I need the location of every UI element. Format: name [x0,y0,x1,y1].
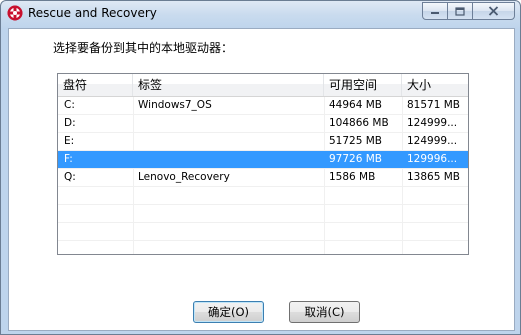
free-space-cell: 97726 MB [329,153,383,165]
drive-row[interactable]: D: 104866 MB 124999... [58,115,468,133]
minimize-button[interactable] [422,2,448,20]
drive-label-cell [138,151,320,169]
window-title: Rescue and Recovery [28,6,157,20]
drive-row-selected[interactable]: F: 97726 MB 129996... [58,151,468,169]
maximize-icon [455,6,465,16]
empty-row [58,241,468,254]
minimize-icon [431,12,439,14]
cancel-button[interactable]: 取消(C) [289,301,360,323]
column-header-free-space[interactable]: 可用空间 [324,74,402,96]
free-space-cell: 51725 MB [329,135,383,147]
rescue-app-icon [7,5,23,21]
ok-button[interactable]: 确定(O) [193,301,264,323]
size-cell: 124999... [407,135,458,147]
empty-row [58,205,468,223]
size-cell: 81571 MB [407,99,461,111]
close-button[interactable] [472,2,515,20]
size-cell: 129996... [407,153,458,165]
drive-select-prompt: 选择要备份到其中的本地驱动器： [53,41,234,55]
drive-letter-cell: C: [64,99,75,111]
rescue-dialog-window: Rescue and Recovery 选择要备份到其中的本地驱动器： 盘符 标… [0,0,521,335]
column-header-size[interactable]: 大小 [402,74,468,96]
empty-row [58,187,468,205]
drive-list-header: 盘符 标签 可用空间 大小 [58,74,468,97]
column-header-label[interactable]: 标签 [133,74,324,96]
size-cell: 124999... [407,117,458,129]
empty-row [58,223,468,241]
drive-label-cell [138,133,320,151]
drive-letter-cell: D: [64,117,76,129]
free-space-cell: 1586 MB [329,171,376,183]
free-space-cell: 104866 MB [329,117,389,129]
drive-row[interactable]: E: 51725 MB 124999... [58,133,468,151]
title-bar[interactable]: Rescue and Recovery [1,1,520,28]
drive-letter-cell: F: [64,153,73,165]
drive-row[interactable]: Q: Lenovo_Recovery 1586 MB 13865 MB [58,169,468,187]
drive-label-cell: Windows7_OS [138,99,212,111]
drive-label-cell: Lenovo_Recovery [138,171,230,183]
drive-letter-cell: E: [64,135,75,147]
column-header-drive[interactable]: 盘符 [58,74,133,96]
close-icon [488,6,499,16]
size-cell: 13865 MB [407,171,461,183]
drive-label-cell [138,115,320,133]
caption-buttons [422,2,515,21]
dialog-body: 选择要备份到其中的本地驱动器： 盘符 标签 可用空间 大小 C: Windows… [8,28,515,331]
drive-row[interactable]: C: Windows7_OS 44964 MB 81571 MB [58,97,468,115]
free-space-cell: 44964 MB [329,99,383,111]
drive-list-body: C: Windows7_OS 44964 MB 81571 MB D: 1048… [58,97,468,254]
maximize-button[interactable] [447,2,473,20]
drive-list[interactable]: 盘符 标签 可用空间 大小 C: Windows7_OS 44964 MB 81… [57,73,469,255]
drive-letter-cell: Q: [64,171,76,183]
